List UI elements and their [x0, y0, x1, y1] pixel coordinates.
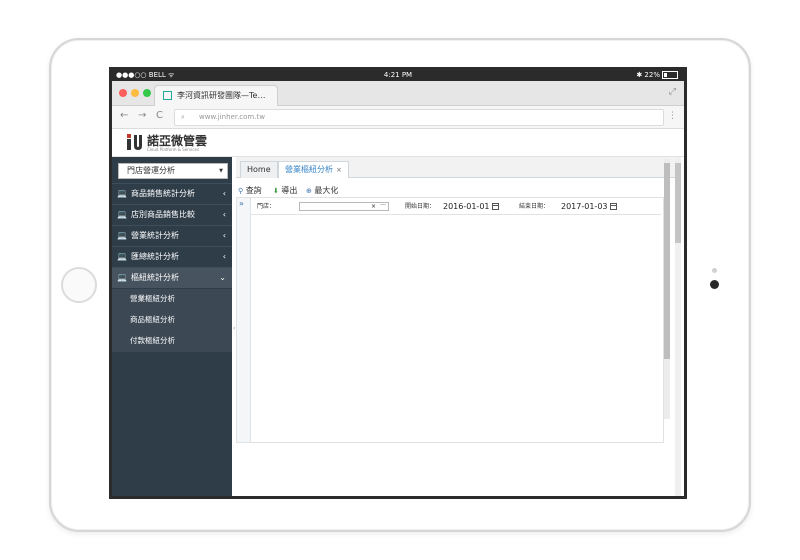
sidebar-item-business-stats[interactable]: 💻 營業統計分析 ‹	[112, 225, 232, 246]
store-label: 門店：	[257, 203, 276, 210]
toolbar: ⚲ 查詢 ⬇ 導出 ⊕ 最大化	[236, 184, 664, 198]
submenu-item-business-pivot[interactable]: 營業樞紐分析	[130, 289, 175, 309]
url-text: www.jinher.com.tw	[199, 113, 265, 121]
sidebar-item-label: 店別商品銷售比較	[131, 210, 195, 219]
sidebar-item-label: 營業統計分析	[131, 231, 179, 240]
screen: ●●●○○ BELL ᯤ 4:21 PM ✱ 22% 李河資訊研發團隊—Te… …	[109, 67, 687, 499]
chevron-left-icon: ‹	[222, 189, 226, 198]
page-scrollbar-thumb[interactable]	[675, 163, 681, 243]
filter-form: 門店： × ··· 開始日期： 2016-01-01 結束日期： 2017-01…	[251, 199, 661, 215]
start-date-field[interactable]: 2016-01-01	[443, 201, 499, 212]
browser-window: 李河資訊研發團隊—Te… ⤢ ← → C ⌕ www.jinher.com.tw…	[112, 81, 684, 496]
chevron-left-icon: ‹	[222, 252, 226, 261]
search-icon: ⚲	[238, 187, 244, 195]
maximize-button[interactable]: ⊕ 最大化	[306, 184, 338, 198]
sidebar-item-store-compare[interactable]: 💻 店別商品銷售比較 ‹	[112, 204, 232, 225]
calendar-icon[interactable]	[491, 203, 499, 210]
clock: 4:21 PM	[383, 71, 413, 79]
sensor-dot	[712, 268, 717, 273]
tab-home[interactable]: Home	[240, 161, 278, 178]
laptop-icon: 💻	[117, 189, 127, 198]
double-chevron-right-icon[interactable]: »	[239, 199, 244, 208]
sidebar-item-product-sales[interactable]: 💻 商品銷售統計分析 ‹	[112, 183, 232, 204]
sidebar-item-label: 商品銷售統計分析	[131, 189, 195, 198]
chevron-left-icon: ‹	[222, 231, 226, 240]
laptop-icon: 💻	[117, 252, 127, 261]
panel-scrollbar[interactable]	[664, 159, 670, 419]
content-tabs: Home 營業樞紐分析 ×	[236, 157, 676, 178]
query-label: 查詢	[245, 186, 262, 195]
chevron-down-icon: ⌄	[219, 273, 226, 282]
home-button[interactable]	[61, 267, 97, 303]
query-panel: » 門店： × ··· 開始日期： 2016-01-01 結束日期： 2017-…	[236, 197, 664, 443]
calendar-icon[interactable]	[609, 203, 617, 210]
address-bar[interactable]: ⌕ www.jinher.com.tw	[174, 109, 664, 126]
close-window-button[interactable]	[119, 89, 127, 97]
end-date-field[interactable]: 2017-01-03	[561, 201, 617, 212]
browser-menu-icon[interactable]: ⋮	[668, 111, 677, 121]
panel-scrollbar-thumb[interactable]	[664, 163, 670, 359]
browser-tab[interactable]: 李河資訊研發團隊—Te…	[154, 85, 278, 106]
panel-collapse-bar[interactable]: »	[237, 198, 251, 442]
close-icon[interactable]: ×	[336, 166, 342, 174]
end-date-label: 結束日期：	[519, 203, 550, 210]
forward-arrow-icon[interactable]: →	[138, 110, 146, 121]
browser-tab-bar: 李河資訊研發團隊—Te… ⤢	[112, 81, 684, 106]
sidebar-submenu: 營業樞紐分析 商品樞紐分析 付款樞紐分析	[112, 289, 232, 352]
clear-icon[interactable]: ×	[371, 203, 376, 211]
camera-dot	[710, 280, 719, 289]
start-date-value: 2016-01-01	[443, 202, 490, 211]
fullscreen-icon[interactable]: ⤢	[669, 87, 676, 97]
more-icon[interactable]: ···	[380, 202, 386, 210]
zoom-icon: ⊕	[306, 187, 312, 195]
battery-label: ✱ 22%	[636, 71, 660, 79]
minimize-window-button[interactable]	[131, 89, 139, 97]
chevron-left-icon: ‹	[222, 210, 226, 219]
zoom-window-button[interactable]	[143, 89, 151, 97]
store-input[interactable]: × ···	[299, 202, 389, 211]
module-select[interactable]: 門店營運分析 ▼	[118, 163, 228, 179]
sidebar-item-label: 樞紐統計分析	[131, 273, 179, 282]
end-date-value: 2017-01-03	[561, 202, 608, 211]
laptop-icon: 💻	[117, 273, 127, 282]
laptop-icon: 💻	[117, 210, 127, 219]
export-label: 導出	[281, 186, 298, 195]
page-scrollbar[interactable]	[675, 157, 681, 496]
start-date-label: 開始日期：	[405, 203, 436, 210]
tab-business-pivot[interactable]: 營業樞紐分析 ×	[278, 161, 349, 178]
query-button[interactable]: ⚲ 查詢	[238, 184, 262, 198]
app-header: 諾亞微管雲 Cloud Platform & Services	[112, 129, 684, 157]
caret-down-icon: ▼	[219, 168, 223, 174]
browser-tab-title: 李河資訊研發團隊—Te…	[177, 91, 266, 100]
download-icon: ⬇	[273, 187, 279, 195]
web-app: 諾亞微管雲 Cloud Platform & Services 門店營運分析 ▼…	[112, 129, 684, 496]
status-bar: ●●●○○ BELL ᯤ 4:21 PM ✱ 22%	[112, 70, 684, 81]
laptop-icon: 💻	[117, 231, 127, 240]
main-content: Home 營業樞紐分析 × ⚲ 查詢 ⬇ 導出 ⊕ 最大化 » 門店： × ··…	[236, 157, 676, 496]
sidebar-item-pivot-stats[interactable]: 💻 樞紐統計分析 ⌄	[112, 267, 232, 288]
submenu-item-product-pivot[interactable]: 商品樞紐分析	[130, 310, 175, 330]
reload-icon[interactable]: C	[156, 110, 163, 121]
tab-label: 營業樞紐分析	[285, 165, 333, 174]
sidebar-item-label: 匯總統計分析	[131, 252, 179, 261]
app-subtitle: Cloud Platform & Services	[147, 147, 200, 152]
browser-nav-bar: ← → C ⌕ www.jinher.com.tw ⋮	[112, 106, 684, 129]
search-icon: ⌕	[181, 113, 185, 121]
favicon-icon	[163, 91, 172, 100]
back-arrow-icon[interactable]: ←	[120, 110, 128, 121]
module-select-value: 門店營運分析	[127, 166, 175, 175]
export-button[interactable]: ⬇ 導出	[273, 184, 297, 198]
battery-status: ✱ 22%	[636, 70, 678, 81]
logo-icon	[127, 134, 142, 150]
submenu-item-payment-pivot[interactable]: 付款樞紐分析	[130, 331, 175, 351]
sidebar-item-summary-stats[interactable]: 💻 匯總統計分析 ‹	[112, 246, 232, 267]
maximize-label: 最大化	[314, 186, 339, 195]
sidebar: 門店營運分析 ▼ 💻 商品銷售統計分析 ‹ 💻 店別商品銷售比較 ‹ 💻 營業統…	[112, 157, 232, 496]
battery-icon	[662, 71, 678, 79]
